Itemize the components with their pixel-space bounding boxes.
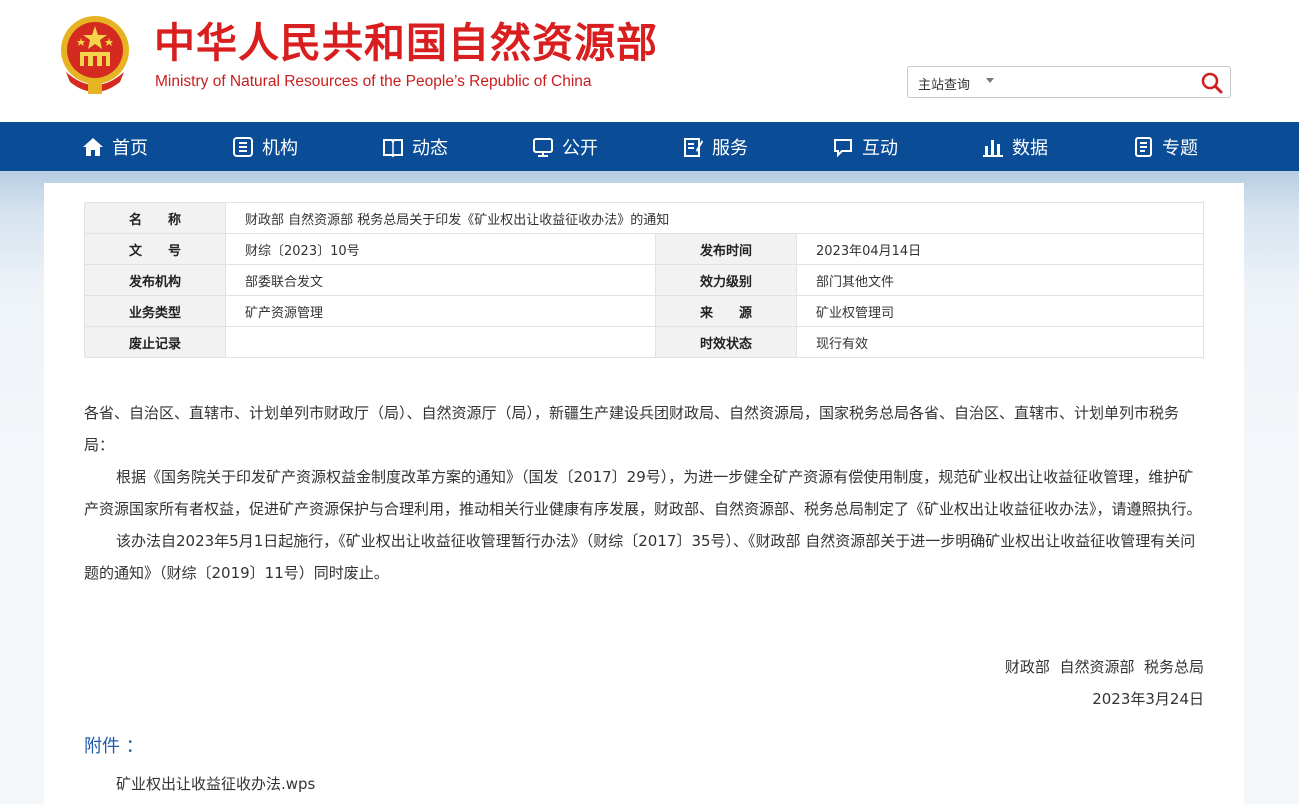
site-title-cn: 中华人民共和国自然资源部 (154, 19, 658, 67)
meta-value: 矿产资源管理 (225, 295, 656, 327)
search-input[interactable] (1008, 71, 1192, 95)
nav-label: 机构 (262, 137, 298, 159)
news-book-icon (383, 138, 403, 157)
table-row: 发布机构 部委联合发文 效力级别 部门其他文件 (84, 264, 1204, 296)
meta-label: 发布机构 (84, 264, 226, 296)
national-emblem-icon (56, 12, 134, 96)
body-paragraph: 该办法自2023年5月1日起施行，《矿业权出让收益征收管理暂行办法》（财综〔20… (84, 532, 1196, 582)
org-icon (233, 136, 253, 157)
document-body: 各省、自治区、直辖市、计划单列市财政厅（局）、自然资源厅（局），新疆生产建设兵团… (84, 397, 1206, 589)
nav-item-data[interactable]: 数据 (982, 122, 1048, 171)
bar-chart-icon (983, 139, 1003, 157)
main-nav: 首页 机构 动态 公开 服务 互动 数据 专题 (0, 122, 1299, 171)
meta-label: 来 源 (655, 295, 797, 327)
meta-label: 时效状态 (655, 326, 797, 358)
meta-value: 部委联合发文 (225, 264, 656, 296)
body-paragraph: 根据《国务院关于印发矿产资源权益金制度改革方案的通知》（国发〔2017〕29号）… (84, 468, 1202, 518)
site-header: 中华人民共和国自然资源部 Ministry of Natural Resourc… (0, 0, 1299, 122)
meta-value: 2023年04月14日 (796, 233, 1204, 265)
search-icon[interactable] (1200, 71, 1224, 95)
signature-block: 财政部 自然资源部 税务总局 2023年3月24日 (1005, 651, 1204, 715)
signers: 财政部 自然资源部 税务总局 (1004, 658, 1204, 676)
edit-doc-icon (684, 137, 703, 157)
salutation-paragraph: 各省、自治区、直辖市、计划单列市财政厅（局）、自然资源厅（局），新疆生产建设兵团… (84, 404, 1180, 454)
chevron-down-icon[interactable] (986, 78, 994, 83)
site-title-en: Ministry of Natural Resources of the Peo… (155, 73, 592, 90)
search-box: 主站查询 (907, 66, 1231, 98)
search-scope-select[interactable]: 主站查询 (918, 74, 970, 93)
table-row: 文 号 财综〔2023〕10号 发布时间 2023年04月14日 (84, 233, 1204, 265)
table-row: 名 称 财政部 自然资源部 税务总局关于印发《矿业权出让收益征收办法》的通知 (84, 202, 1204, 234)
attachment-link[interactable]: 矿业权出让收益征收办法.wps (116, 773, 315, 794)
meta-label: 发布时间 (655, 233, 797, 265)
nav-item-news[interactable]: 动态 (382, 122, 448, 171)
nav-item-public[interactable]: 公开 (532, 122, 598, 171)
nav-label: 数据 (1012, 137, 1048, 159)
sign-date: 2023年3月24日 (1092, 690, 1204, 708)
meta-value: 财综〔2023〕10号 (225, 233, 656, 265)
topic-doc-icon (1135, 136, 1152, 157)
nav-item-org[interactable]: 机构 (232, 122, 298, 171)
monitor-icon (533, 137, 553, 157)
meta-label: 名 称 (84, 202, 226, 234)
home-icon (83, 137, 103, 156)
meta-value (225, 326, 656, 358)
meta-value: 现行有效 (796, 326, 1204, 358)
nav-item-service[interactable]: 服务 (682, 122, 748, 171)
table-row: 废止记录 时效状态 现行有效 (84, 326, 1204, 358)
nav-label: 专题 (1162, 137, 1198, 159)
nav-label: 公开 (562, 137, 598, 159)
meta-label: 业务类型 (84, 295, 226, 327)
nav-label: 服务 (712, 137, 748, 159)
meta-label: 效力级别 (655, 264, 797, 296)
chat-icon (834, 138, 852, 157)
meta-value: 矿业权管理司 (796, 295, 1204, 327)
meta-label: 文 号 (84, 233, 226, 265)
document-meta-table: 名 称 财政部 自然资源部 税务总局关于印发《矿业权出让收益征收办法》的通知 文… (84, 202, 1204, 358)
meta-value: 部门其他文件 (796, 264, 1204, 296)
meta-value: 财政部 自然资源部 税务总局关于印发《矿业权出让收益征收办法》的通知 (225, 202, 1204, 234)
nav-item-interact[interactable]: 互动 (832, 122, 898, 171)
nav-label: 动态 (412, 137, 448, 159)
nav-label: 互动 (862, 137, 898, 159)
nav-label: 首页 (112, 137, 148, 159)
meta-label: 废止记录 (84, 326, 226, 358)
nav-item-topic[interactable]: 专题 (1132, 122, 1198, 171)
table-row: 业务类型 矿产资源管理 来 源 矿业权管理司 (84, 295, 1204, 327)
content-panel: 名 称 财政部 自然资源部 税务总局关于印发《矿业权出让收益征收办法》的通知 文… (44, 183, 1244, 804)
attachment-title: 附件 ： (84, 736, 144, 757)
nav-item-home[interactable]: 首页 (82, 122, 148, 171)
